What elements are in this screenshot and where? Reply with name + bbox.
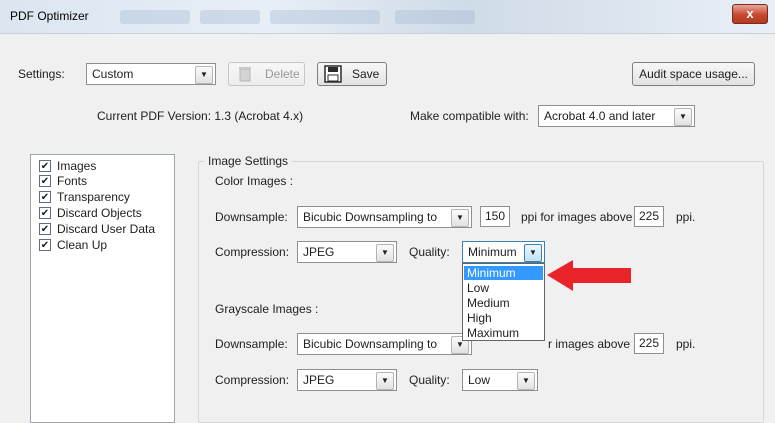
color-compression-label: Compression:: [215, 245, 290, 259]
color-images-heading: Color Images :: [215, 174, 294, 188]
chevron-down-icon: ▼: [517, 372, 535, 390]
panel-list-item-discard-objects[interactable]: ✔ Discard Objects: [37, 206, 167, 221]
dropdown-option-medium[interactable]: Medium: [464, 296, 543, 310]
color-compression-value: JPEG: [303, 245, 335, 259]
dropdown-option-maximum[interactable]: Maximum: [464, 326, 543, 340]
settings-label: Settings:: [18, 67, 65, 81]
settings-select-value: Custom: [92, 67, 134, 81]
title-bar: PDF Optimizer x: [0, 0, 775, 34]
save-button[interactable]: Save: [317, 62, 387, 86]
image-settings-title: Image Settings: [204, 154, 293, 168]
save-label: Save: [352, 67, 380, 81]
compatibility-select[interactable]: Acrobat 4.0 and later ▼: [538, 105, 695, 127]
settings-panel: Image Settings Color Images : Downsample…: [188, 152, 774, 423]
dropdown-option-high[interactable]: High: [464, 311, 543, 325]
gray-compression-label: Compression:: [215, 373, 290, 387]
panel-list-item-label: Fonts: [57, 174, 88, 188]
gray-above-input[interactable]: 225: [634, 333, 664, 354]
grayscale-images-heading: Grayscale Images :: [215, 302, 319, 316]
close-icon: x: [746, 6, 754, 21]
gray-ppi-label: r images above: [548, 337, 631, 351]
gray-compression-value: JPEG: [303, 373, 335, 387]
quality-dropdown-list: Minimum Low Medium High Maximum: [462, 263, 545, 341]
settings-select[interactable]: Custom ▼: [86, 63, 216, 85]
background-tab: [395, 10, 475, 24]
color-downsample-value: Bicubic Downsampling to: [303, 210, 438, 224]
audit-label: Audit space usage...: [639, 67, 748, 81]
background-tab: [270, 10, 380, 24]
chevron-down-icon: ▼: [524, 244, 542, 262]
delete-label: Delete: [265, 67, 300, 81]
gray-quality-label: Quality:: [409, 373, 450, 387]
trash-icon: [239, 67, 251, 82]
panel-list-item-label: Images: [57, 159, 97, 173]
panel-list-item-discard-user-data[interactable]: ✔ Discard User Data: [37, 222, 167, 237]
gray-downsample-label: Downsample:: [215, 337, 288, 351]
color-downsample-select[interactable]: Bicubic Downsampling to ▼: [297, 206, 472, 228]
make-compatible-label: Make compatible with:: [410, 109, 529, 123]
color-ppi-label: ppi for images above: [521, 210, 633, 224]
chevron-down-icon: ▼: [376, 244, 394, 262]
panel-list-item-transparency[interactable]: ✔ Transparency: [37, 190, 167, 205]
window-title: PDF Optimizer: [10, 9, 89, 23]
gray-compression-select[interactable]: JPEG ▼: [297, 369, 397, 391]
checkbox[interactable]: ✔: [39, 160, 51, 172]
floppy-disk-icon: [324, 65, 342, 83]
background-tab: [120, 10, 190, 24]
checkbox[interactable]: ✔: [39, 207, 51, 219]
color-quality-label: Quality:: [409, 245, 450, 259]
color-compression-select[interactable]: JPEG ▼: [297, 241, 397, 263]
color-quality-value: Minimum: [468, 245, 517, 259]
color-downsample-label: Downsample:: [215, 210, 288, 224]
compatibility-select-value: Acrobat 4.0 and later: [544, 109, 656, 123]
checkbox[interactable]: ✔: [39, 191, 51, 203]
checkbox[interactable]: ✔: [39, 223, 51, 235]
panel-list-item-clean-up[interactable]: ✔ Clean Up: [37, 238, 167, 253]
current-pdf-version: Current PDF Version: 1.3 (Acrobat 4.x): [97, 109, 304, 123]
dropdown-option-minimum[interactable]: Minimum: [464, 266, 543, 280]
color-quality-select[interactable]: Minimum ▼: [462, 241, 545, 263]
panel-list-item-label: Discard Objects: [57, 206, 142, 220]
red-arrow-icon: [547, 260, 631, 291]
panel-list-item-label: Discard User Data: [57, 222, 156, 236]
checkbox[interactable]: ✔: [39, 175, 51, 187]
color-above-input[interactable]: 225: [634, 206, 664, 227]
panel-list-item-images[interactable]: ✔ Images: [37, 159, 167, 174]
audit-space-usage-button[interactable]: Audit space usage...: [632, 62, 755, 86]
panel-list-item-fonts[interactable]: ✔ Fonts: [37, 174, 167, 189]
chevron-down-icon: ▼: [376, 372, 394, 390]
gray-downsample-select[interactable]: Bicubic Downsampling to ▼: [297, 333, 472, 355]
delete-button[interactable]: Delete: [228, 62, 305, 86]
chevron-down-icon: ▼: [451, 209, 469, 227]
chevron-down-icon: ▼: [195, 66, 213, 84]
gray-ppi-suffix: ppi.: [676, 337, 696, 351]
chevron-down-icon: ▼: [674, 108, 692, 126]
panel-list-item-label: Clean Up: [57, 238, 108, 252]
dropdown-option-low[interactable]: Low: [464, 281, 543, 295]
dialog-body: Settings: Custom ▼ Delete Save Audit spa…: [0, 34, 775, 423]
panel-list: ✔ Images ✔ Fonts ✔ Transparency ✔ Discar…: [30, 154, 175, 423]
gray-quality-select[interactable]: Low ▼: [462, 369, 538, 391]
close-button[interactable]: x: [732, 4, 768, 24]
color-ppi-input[interactable]: 150: [480, 206, 510, 227]
panel-list-item-label: Transparency: [57, 190, 130, 204]
gray-quality-value: Low: [468, 373, 491, 387]
checkbox[interactable]: ✔: [39, 239, 51, 251]
background-tab: [200, 10, 260, 24]
color-ppi-suffix: ppi.: [676, 210, 696, 224]
gray-downsample-value: Bicubic Downsampling to: [303, 337, 438, 351]
